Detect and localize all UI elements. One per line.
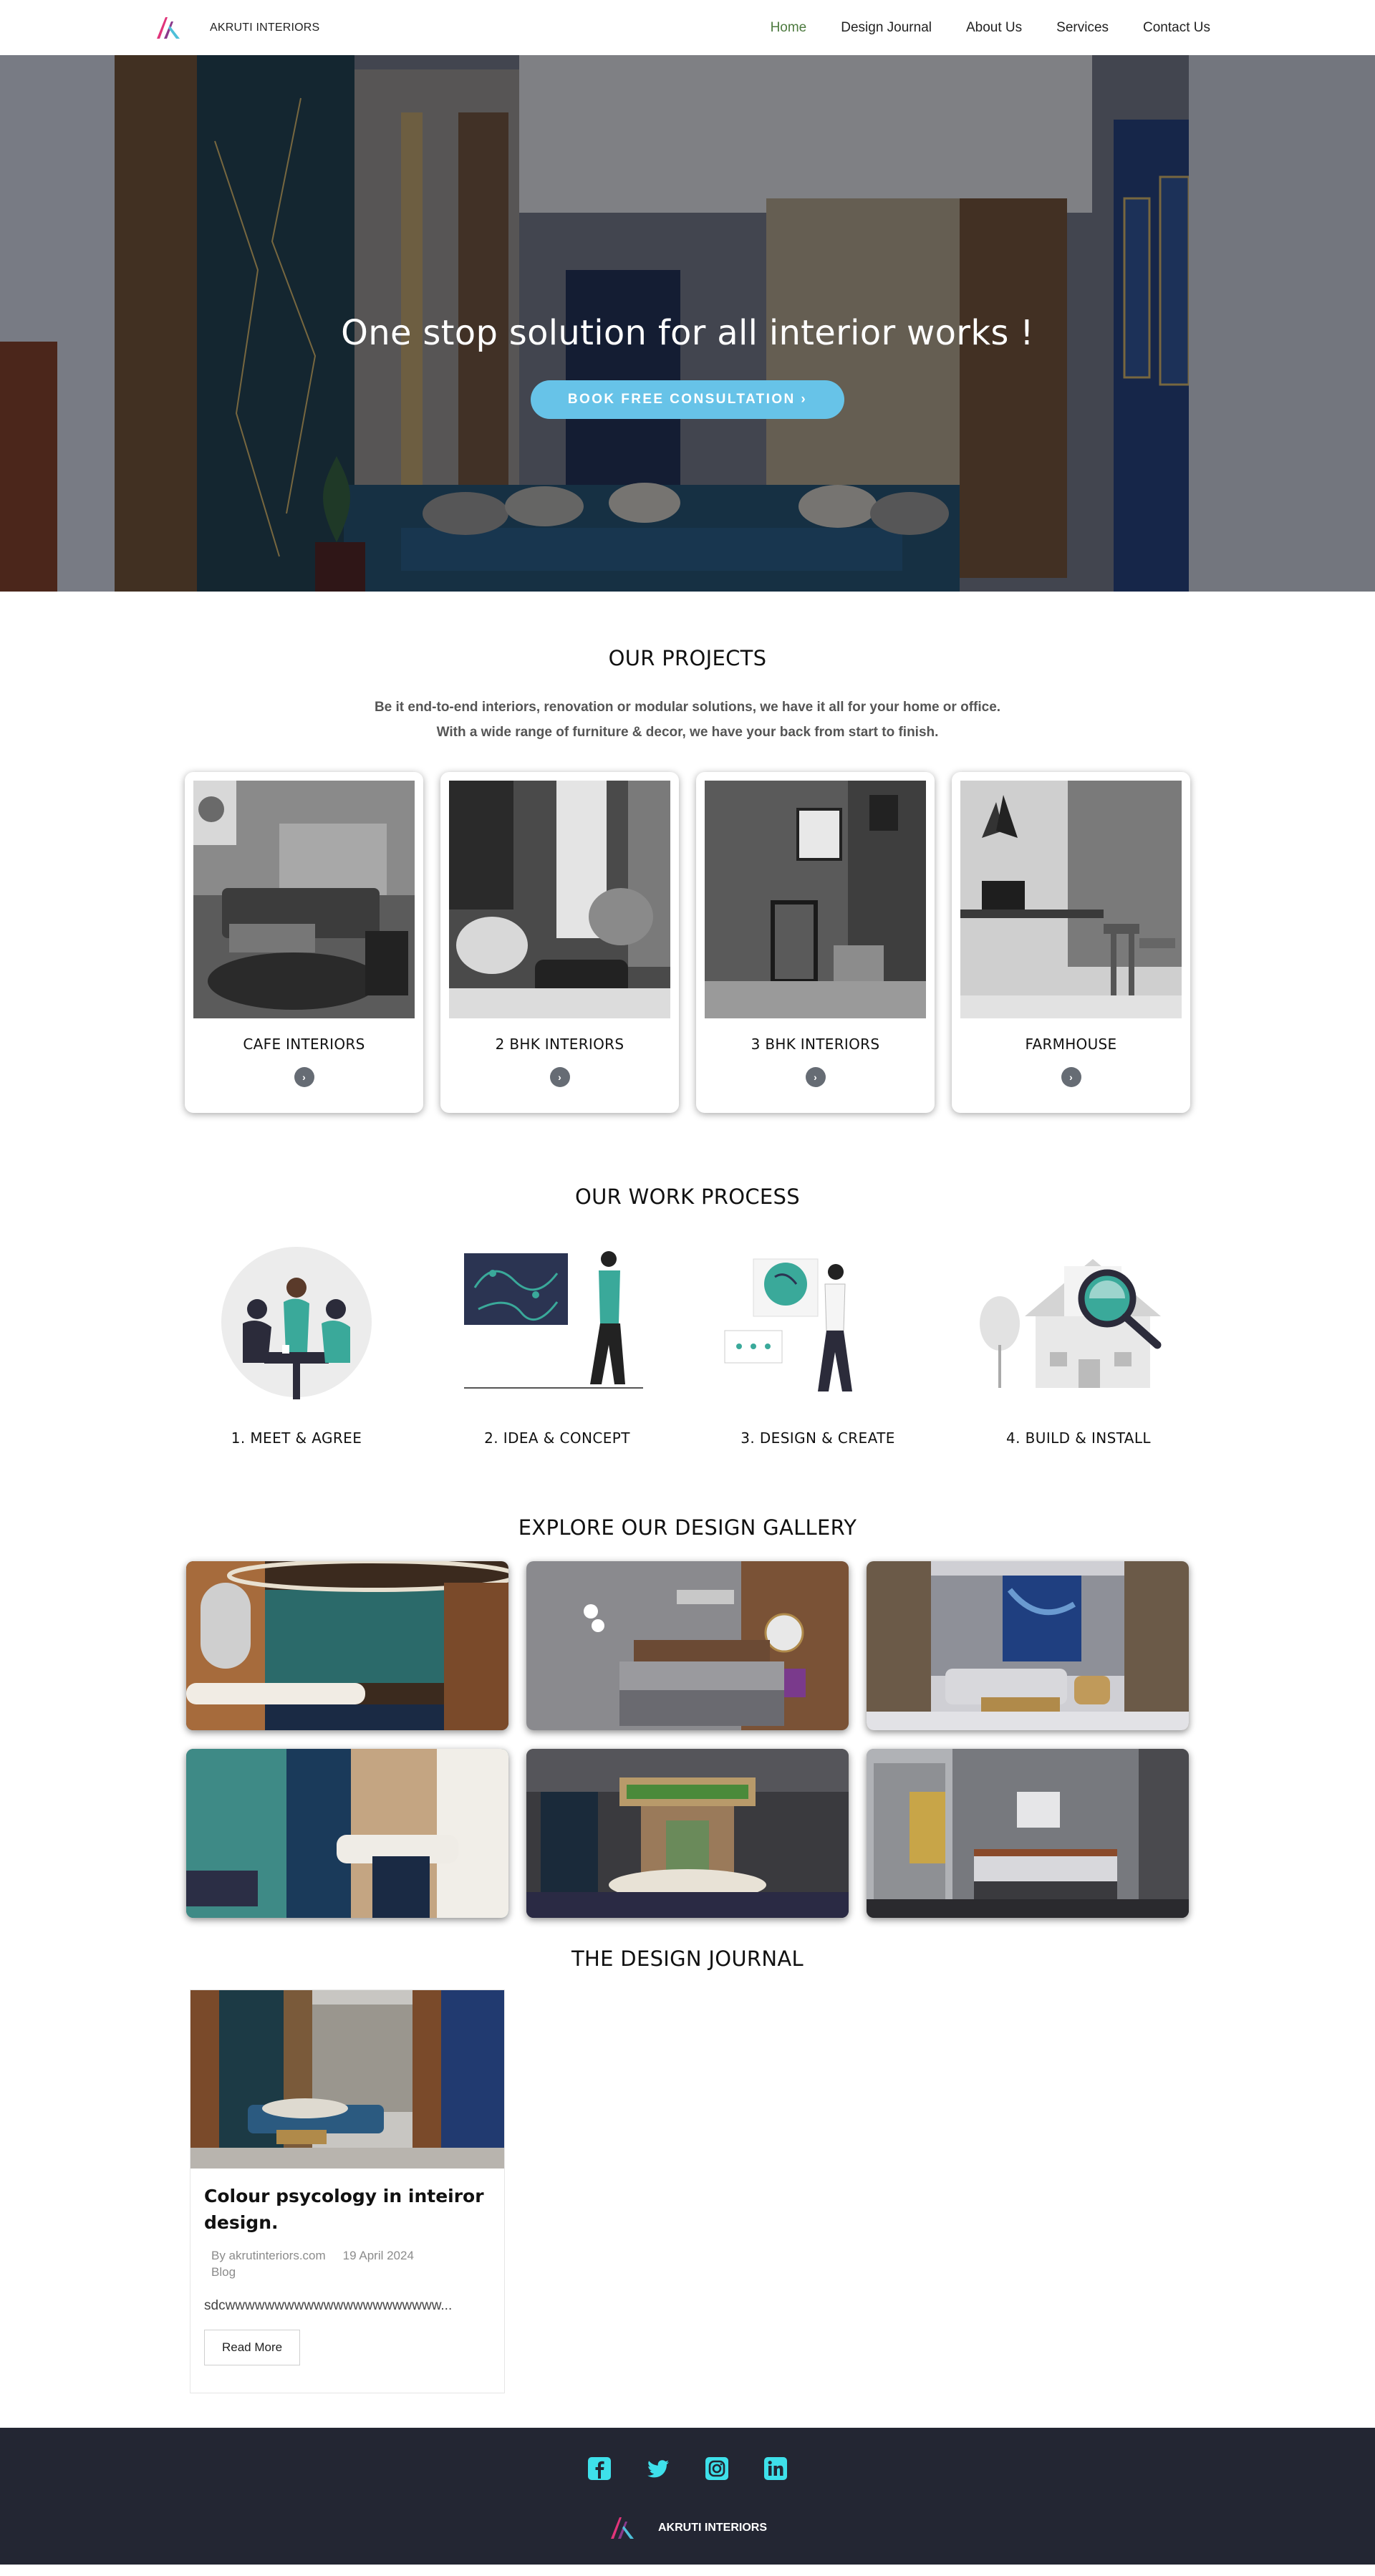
footer-brand[interactable]: AKRUTI INTERIORS [0,2513,1375,2543]
project-label: FARMHOUSE [1025,1036,1117,1053]
nav-services[interactable]: Services [1056,20,1109,36]
process-step-build: 4. BUILD & INSTALL [971,1245,1186,1447]
twitter-icon[interactable] [646,2456,670,2481]
work-process-title: OUR WORK PROCESS [575,1185,800,1209]
gallery-item[interactable] [186,1561,508,1730]
gallery-item[interactable] [186,1749,508,1918]
journal-title: THE DESIGN JOURNAL [571,1947,804,1971]
process-step-label: 4. BUILD & INSTALL [1006,1429,1151,1447]
hero-content: One stop solution for all interior works… [0,313,1375,419]
process-step-idea: 2. IDEA & CONCEPT [450,1245,665,1447]
project-card-3bhk[interactable]: 3 BHK INTERIORS › [696,772,935,1113]
post-category[interactable]: Blog [204,2265,490,2280]
process-step-label: 1. MEET & AGREE [231,1429,362,1447]
journal-post-body: Colour psycology in inteiror design. By … [190,2169,504,2393]
brand-logo-icon [157,16,180,39]
hero-banner: One stop solution for all interior works… [0,55,1375,592]
post-meta: By akrutinteriors.com 19 April 2024 [204,2249,490,2263]
process-step-label: 3. DESIGN & CREATE [740,1429,895,1447]
brand-logo-icon [611,2517,634,2539]
process-step-meet: 1. MEET & AGREE [189,1245,404,1447]
top-navbar: AKRUTI INTERIORS Home Design Journal Abo… [0,0,1375,55]
instagram-icon[interactable] [705,2456,729,2481]
footer: AKRUTI INTERIORS [0,2428,1375,2565]
project-label: CAFE INTERIORS [243,1036,365,1053]
gallery-item[interactable] [526,1561,849,1730]
project-image-farmhouse [960,781,1182,1018]
gallery-image [186,1749,508,1918]
journal-post-card: Colour psycology in inteiror design. By … [190,1989,505,2393]
design-create-illustration-icon [724,1258,852,1391]
project-image-2bhk [449,781,670,1018]
gallery-item[interactable] [867,1749,1189,1918]
journal-post-image[interactable] [190,1990,504,2169]
gallery-item[interactable] [526,1749,849,1918]
meeting-illustration-icon [221,1247,372,1399]
gallery-item[interactable] [867,1561,1189,1730]
idea-concept-illustration-icon [464,1251,643,1389]
brand[interactable]: AKRUTI INTERIORS [154,14,319,42]
gallery-title: EXPLORE OUR DESIGN GALLERY [518,1515,857,1540]
nav-home[interactable]: Home [771,20,807,36]
social-links [0,2456,1375,2481]
gallery-image [526,1749,849,1918]
process-step-label: 2. IDEA & CONCEPT [484,1429,630,1447]
nav-contact-us[interactable]: Contact Us [1143,20,1210,36]
main-menu: Home Design Journal About Us Services Co… [771,20,1210,36]
project-image-3bhk [705,781,926,1018]
read-more-button[interactable]: Read More [204,2330,301,2365]
post-title[interactable]: Colour psycology in inteiror design. [204,2183,490,2236]
project-label: 3 BHK INTERIORS [751,1036,880,1053]
project-card-farmhouse[interactable]: FARMHOUSE › [952,772,1190,1113]
build-install-illustration-icon [980,1259,1162,1388]
footer-brand-name: AKRUTI INTERIORS [658,2522,767,2534]
chevron-right-icon[interactable]: › [1061,1067,1081,1087]
work-process-section: OUR WORK PROCESS 1. MEET & AGREE 2. IDEA… [0,1113,1375,1447]
post-author[interactable]: By akrutinteriors.com [211,2249,326,2263]
nav-design-journal[interactable]: Design Journal [841,20,932,36]
brand-name: AKRUTI INTERIORS [210,21,320,34]
project-card-2bhk[interactable]: 2 BHK INTERIORS › [440,772,679,1113]
gallery-image [867,1561,1189,1730]
gallery-grid [186,1561,1189,1918]
nav-about-us[interactable]: About Us [966,20,1022,36]
projects-section: OUR PROJECTS Be it end-to-end interiors,… [0,592,1375,1113]
chevron-right-icon[interactable]: › [549,1067,570,1087]
project-image-cafe [193,781,415,1018]
post-excerpt: sdcwwwwwwwwwwwwwwwwwwwwww... [204,2298,453,2313]
projects-title: OUR PROJECTS [608,646,767,670]
design-gallery-section: EXPLORE OUR DESIGN GALLERY [0,1447,1375,1918]
post-date: 19 April 2024 [342,2249,414,2262]
book-consultation-button[interactable]: BOOK FREE CONSULTATION › [530,380,845,419]
project-cards: CAFE INTERIORS › 2 BHK INTERIORS › 3 BHK… [0,772,1375,1113]
process-steps: 1. MEET & AGREE 2. IDEA & CONCEPT 3. DES… [0,1245,1375,1447]
linkedin-icon[interactable] [763,2456,788,2481]
gallery-image [186,1561,508,1730]
chevron-right-icon[interactable]: › [294,1067,314,1087]
gallery-image [867,1749,1189,1918]
hero-title: One stop solution for all interior works… [341,313,1034,353]
project-label: 2 BHK INTERIORS [495,1036,624,1053]
gallery-image [526,1561,849,1730]
chevron-right-icon[interactable]: › [805,1067,826,1087]
process-step-design: 3. DESIGN & CREATE [710,1245,925,1447]
projects-description: Be it end-to-end interiors, renovation o… [374,700,1001,740]
facebook-icon[interactable] [587,2456,612,2481]
design-journal-section: THE DESIGN JOURNAL Colour psycology in i… [0,1918,1375,2393]
project-card-cafe[interactable]: CAFE INTERIORS › [185,772,423,1113]
